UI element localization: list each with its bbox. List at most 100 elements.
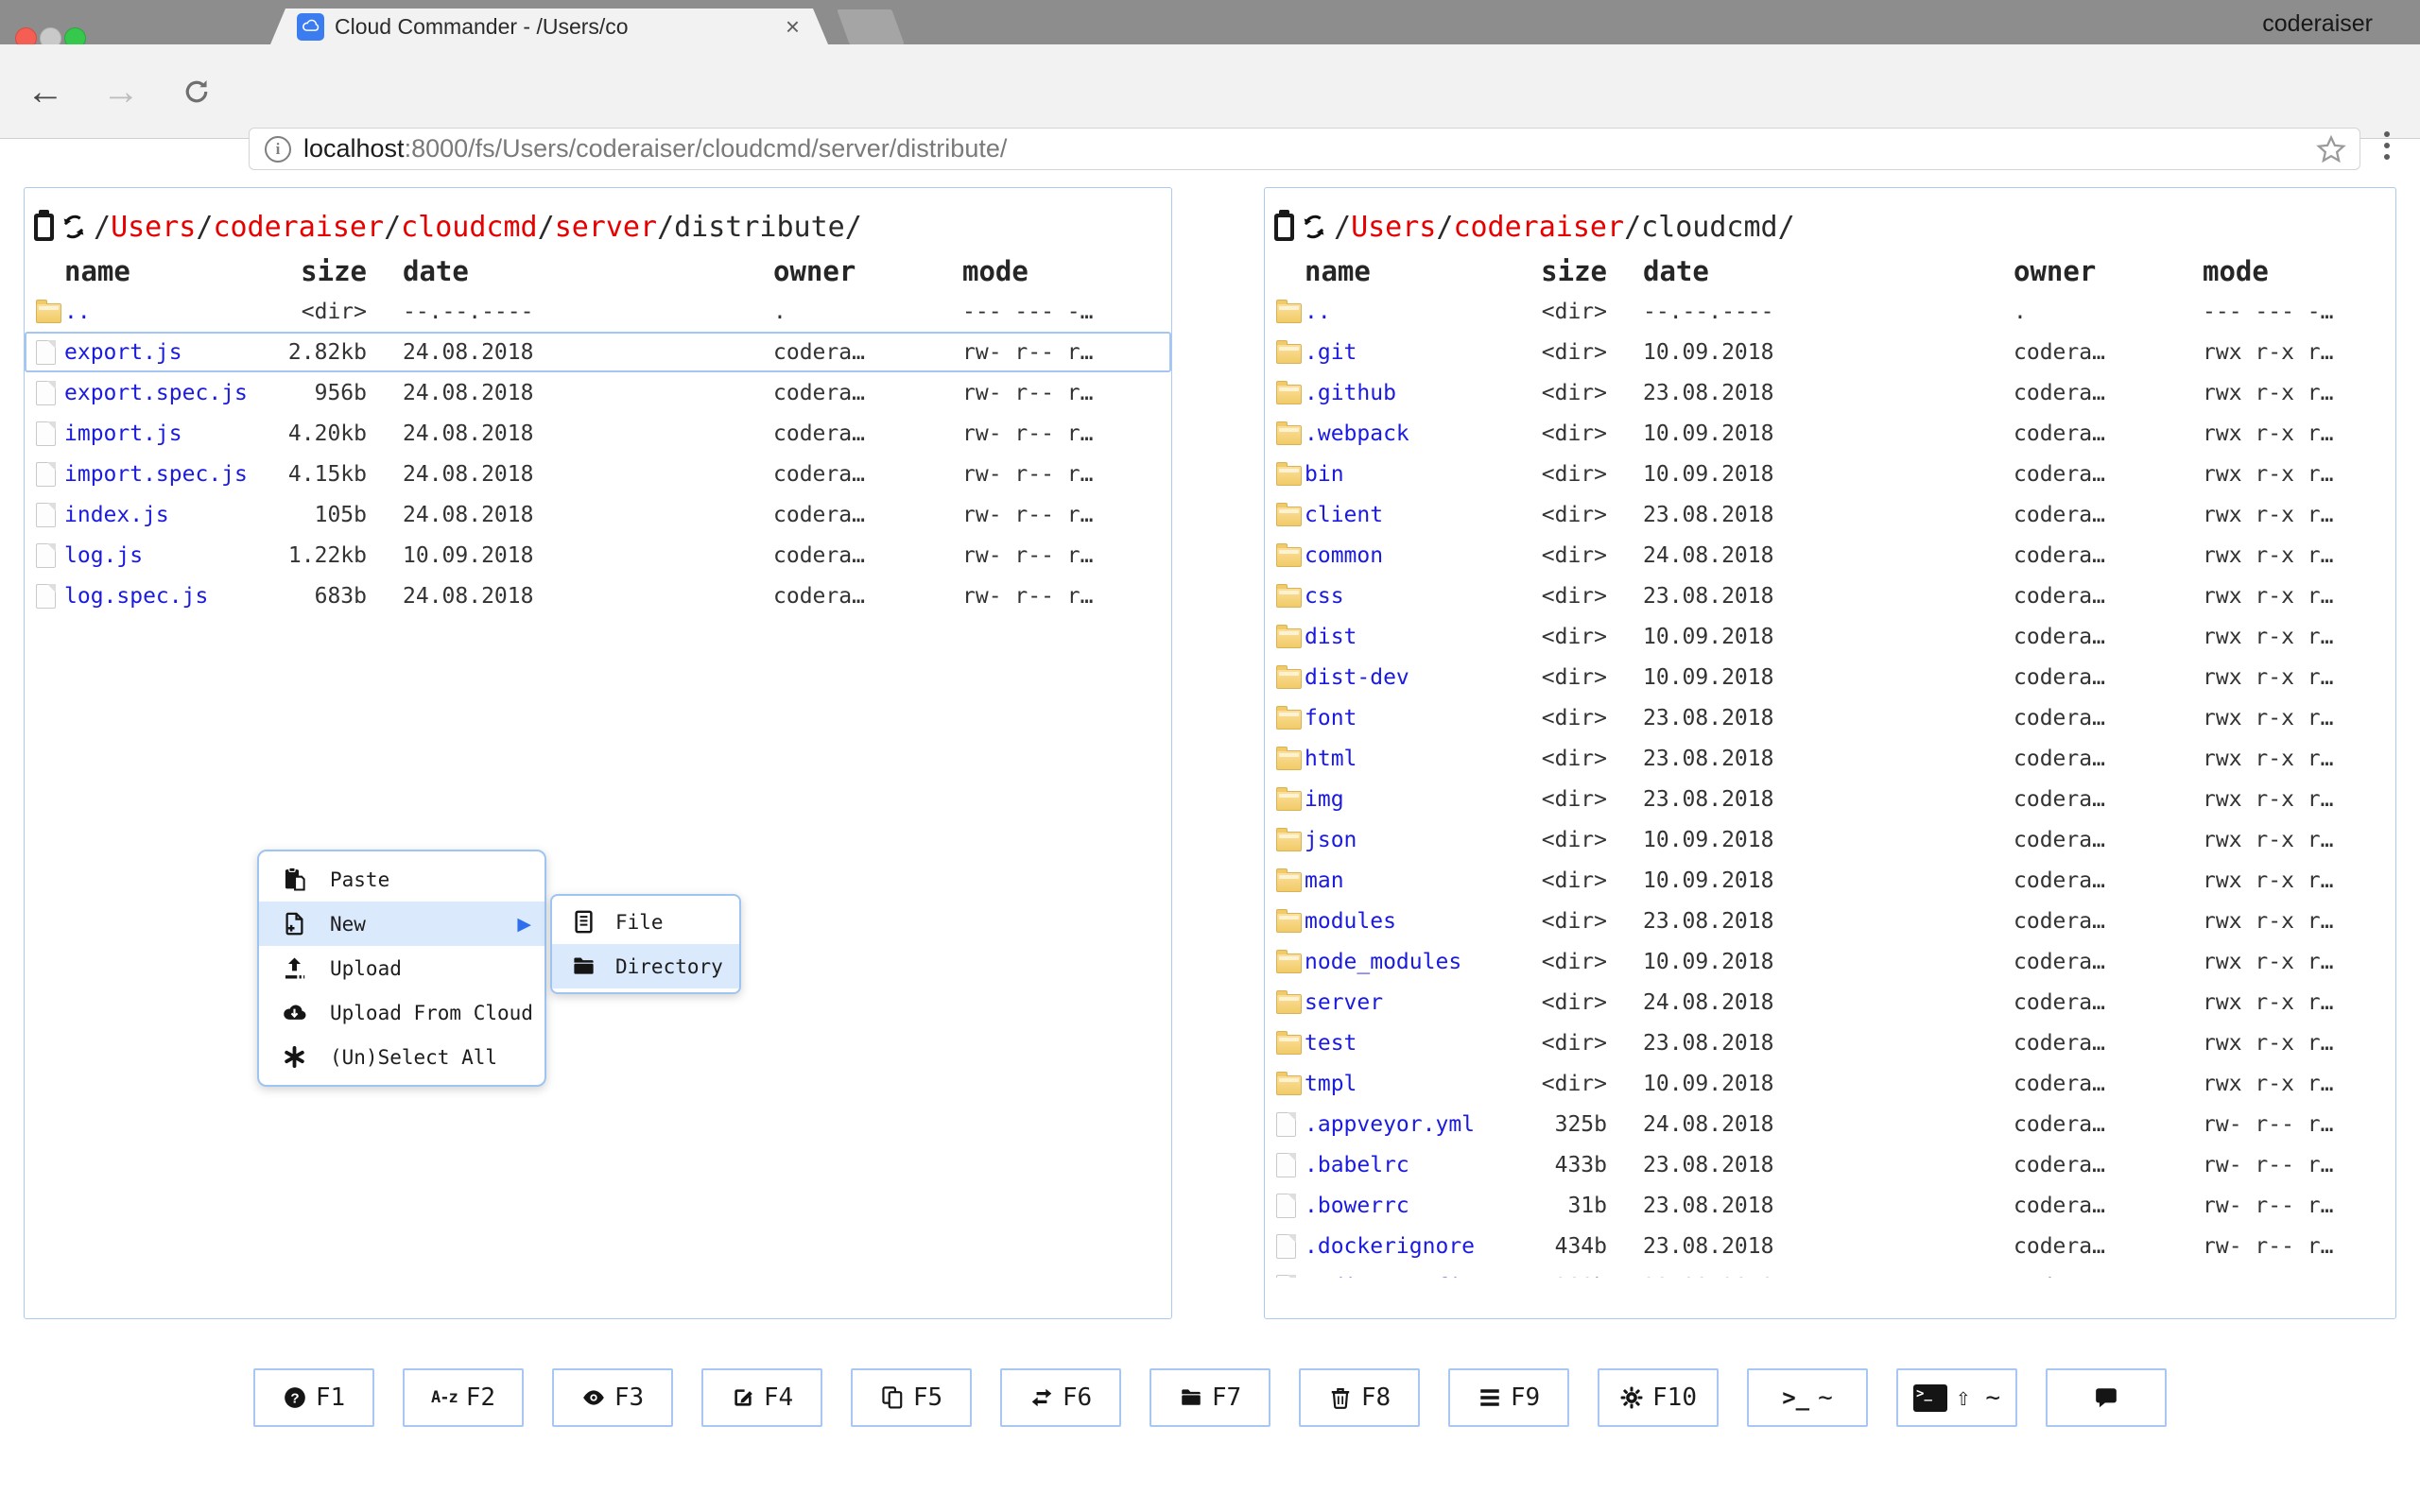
column-header-owner[interactable]: owner (2014, 255, 2136, 287)
menu-item-unselect-all[interactable]: (Un)Select All (259, 1035, 544, 1079)
file-name[interactable]: tmpl (1305, 1072, 1512, 1096)
file-row[interactable]: .babelrc 433b 23.08.2018 codera… rw- r--… (1265, 1144, 2395, 1185)
submenu-item-file[interactable]: File (552, 900, 739, 944)
file-row[interactable]: css <dir> 23.08.2018 codera… rwx r-x r… (1265, 576, 2395, 616)
f9-menu-button[interactable]: F9 (1448, 1368, 1569, 1427)
file-row[interactable]: font <dir> 23.08.2018 codera… rwx r-x r… (1265, 697, 2395, 738)
path-segment[interactable]: coderaiser (1453, 211, 1624, 244)
info-icon[interactable]: i (265, 136, 291, 163)
f1-help-button[interactable]: ? F1 (253, 1368, 374, 1427)
path-segment[interactable]: / (845, 211, 862, 244)
f10-config-button[interactable]: F10 (1598, 1368, 1719, 1427)
file-name[interactable]: font (1305, 706, 1512, 730)
file-row[interactable]: .github <dir> 23.08.2018 codera… rwx r-x… (1265, 372, 2395, 413)
column-header-name[interactable]: name (64, 255, 272, 287)
file-name[interactable]: .git (1305, 340, 1512, 365)
file-row[interactable]: .dockerignore 434b 23.08.2018 codera… rw… (1265, 1226, 2395, 1266)
url-text[interactable]: localhost:8000/fs/Users/coderaiser/cloud… (303, 134, 2316, 163)
file-name[interactable]: bin (1305, 462, 1512, 487)
file-name[interactable]: dist-dev (1305, 665, 1512, 690)
file-row[interactable]: log.js 1.22kb 10.09.2018 codera… rw- r--… (25, 535, 1171, 576)
file-name[interactable]: node_modules (1305, 950, 1512, 974)
file-name[interactable]: .appveyor.yml (1305, 1112, 1512, 1137)
file-row[interactable]: .bowerrc 31b 23.08.2018 codera… rw- r-- … (1265, 1185, 2395, 1226)
file-name[interactable]: export.js (64, 340, 272, 365)
file-row[interactable]: client <dir> 23.08.2018 codera… rwx r-x … (1265, 494, 2395, 535)
bookmark-star-icon[interactable] (2316, 134, 2346, 164)
menu-item-paste[interactable]: Paste (259, 857, 544, 902)
file-row[interactable]: index.js 105b 24.08.2018 codera… rw- r--… (25, 494, 1171, 535)
file-row[interactable]: html <dir> 23.08.2018 codera… rwx r-x r… (1265, 738, 2395, 779)
console-button[interactable]: >_ ~ (1747, 1368, 1868, 1427)
file-name[interactable]: import.spec.js (64, 462, 272, 487)
file-row[interactable]: log.spec.js 683b 24.08.2018 codera… rw- … (25, 576, 1171, 616)
file-row[interactable]: .webpack <dir> 10.09.2018 codera… rwx r-… (1265, 413, 2395, 454)
clipboard-icon[interactable] (1274, 214, 1294, 241)
f4-edit-button[interactable]: F4 (701, 1368, 822, 1427)
chat-button[interactable] (2046, 1368, 2167, 1427)
path-segment[interactable]: coderaiser (213, 211, 384, 244)
file-name[interactable]: .webpack (1305, 421, 1512, 446)
path-segment[interactable]: cloudcmd (1641, 211, 1778, 244)
file-name[interactable]: test (1305, 1031, 1512, 1056)
file-row[interactable]: img <dir> 23.08.2018 codera… rwx r-x r… (1265, 779, 2395, 819)
file-name[interactable]: log.spec.js (64, 584, 272, 609)
file-name[interactable]: import.js (64, 421, 272, 446)
f6-move-button[interactable]: F6 (1000, 1368, 1121, 1427)
refresh-icon[interactable] (1301, 214, 1327, 240)
file-row[interactable]: test <dir> 23.08.2018 codera… rwx r-x r… (1265, 1022, 2395, 1063)
refresh-icon[interactable] (60, 214, 87, 240)
new-tab-button[interactable] (837, 9, 904, 44)
file-name[interactable]: html (1305, 747, 1512, 771)
file-name[interactable]: index.js (64, 503, 272, 527)
url-bar[interactable]: i localhost:8000/fs/Users/coderaiser/clo… (249, 128, 2360, 170)
submenu-item-directory[interactable]: Directory (552, 944, 739, 988)
file-name[interactable]: css (1305, 584, 1512, 609)
file-name[interactable]: .github (1305, 381, 1512, 405)
path-segment[interactable]: / (1436, 211, 1453, 244)
path-segment[interactable]: / (1624, 211, 1641, 244)
browser-tab[interactable]: Cloud Commander - /Users/co × (270, 9, 828, 44)
file-row[interactable]: server <dir> 24.08.2018 codera… rwx r-x … (1265, 982, 2395, 1022)
file-row[interactable]: common <dir> 24.08.2018 codera… rwx r-x … (1265, 535, 2395, 576)
path-segment[interactable]: / (1778, 211, 1795, 244)
file-row[interactable]: .appveyor.yml 325b 24.08.2018 codera… rw… (1265, 1104, 2395, 1144)
file-name[interactable]: modules (1305, 909, 1512, 934)
path-segment[interactable]: / (94, 211, 111, 244)
path-segment[interactable]: / (384, 211, 401, 244)
f8-delete-button[interactable]: F8 (1299, 1368, 1420, 1427)
file-name[interactable]: .dockerignore (1305, 1234, 1512, 1259)
clipboard-icon[interactable] (34, 214, 54, 241)
file-name[interactable]: .. (1305, 300, 1512, 324)
terminal-button[interactable]: >_ ⇧ ~ (1896, 1368, 2017, 1427)
column-header-size[interactable]: size (272, 255, 367, 287)
file-row[interactable]: export.spec.js 956b 24.08.2018 codera… r… (25, 372, 1171, 413)
path-segment[interactable]: server (555, 211, 657, 244)
browser-menu-dots-icon[interactable] (2384, 131, 2390, 137)
file-name[interactable]: .. (64, 300, 272, 324)
file-name[interactable]: man (1305, 868, 1512, 893)
f5-copy-button[interactable]: F5 (851, 1368, 972, 1427)
column-header-mode[interactable]: mode (2203, 255, 2395, 287)
path-segment[interactable]: Users (1351, 211, 1436, 244)
file-name[interactable]: .editorconfig (1305, 1275, 1512, 1279)
column-header-date[interactable]: date (403, 255, 544, 287)
back-button[interactable]: ← (17, 44, 74, 139)
path-segment[interactable]: / (538, 211, 555, 244)
file-row[interactable]: export.js 2.82kb 24.08.2018 codera… rw- … (25, 332, 1171, 372)
reload-button[interactable] (168, 44, 225, 139)
file-name[interactable]: server (1305, 990, 1512, 1015)
file-name[interactable]: json (1305, 828, 1512, 852)
path-segment[interactable]: Users (111, 211, 196, 244)
path-segment[interactable]: / (1334, 211, 1351, 244)
column-header-date[interactable]: date (1643, 255, 1785, 287)
file-name[interactable]: export.spec.js (64, 381, 272, 405)
path-segment[interactable]: / (196, 211, 213, 244)
file-row[interactable]: bin <dir> 10.09.2018 codera… rwx r-x r… (1265, 454, 2395, 494)
column-header-owner[interactable]: owner (773, 255, 896, 287)
path-segment[interactable]: / (657, 211, 674, 244)
menu-item-upload-from-cloud[interactable]: Upload From Cloud (259, 990, 544, 1035)
forward-button[interactable]: → (93, 44, 149, 139)
f7-new-folder-button[interactable]: F7 (1150, 1368, 1270, 1427)
file-name[interactable]: log.js (64, 543, 272, 568)
